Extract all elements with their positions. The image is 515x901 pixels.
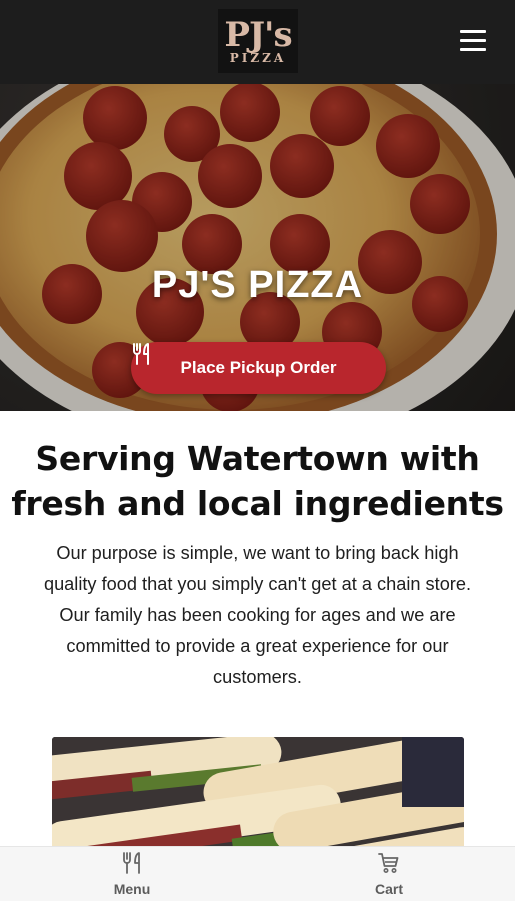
nav-menu-label: Menu (113, 881, 151, 897)
intro-paragraph: Our purpose is simple, we want to bring … (12, 538, 503, 693)
nav-menu-tab[interactable]: Menu (72, 847, 192, 901)
nav-cart-label: Cart (374, 881, 403, 897)
intro-headline: Serving Watertown with fresh and local i… (0, 436, 515, 526)
paragraph-line: Our family has been cooking for ages and… (59, 605, 456, 625)
fork-knife-icon (133, 343, 149, 365)
paragraph-line: Our purpose is simple, we want to bring … (56, 543, 459, 563)
paragraph-line: customers. (213, 667, 302, 687)
hamburger-menu-icon[interactable] (460, 30, 488, 52)
logo-wordmark: PJ's (224, 15, 292, 55)
headline-line-2: fresh and local ingredients (11, 484, 504, 523)
top-app-bar: PJ's PIZZA (0, 0, 515, 84)
paragraph-line: committed to provide a great experience … (66, 636, 449, 656)
nav-cart-tab[interactable]: Cart (329, 847, 449, 901)
hero-banner: PJ'S PIZZA Place Pickup Order (0, 84, 515, 411)
paragraph-line: quality food that you simply can't get a… (43, 574, 472, 594)
bottom-navigation-bar: Menu Cart (0, 846, 515, 901)
cart-icon (378, 853, 399, 873)
pjs-pizza-logo[interactable]: PJ's PIZZA (218, 9, 298, 73)
fork-knife-icon (123, 852, 140, 874)
place-pickup-order-button[interactable]: Place Pickup Order (131, 342, 386, 394)
hero-title: PJ'S PIZZA (151, 264, 364, 306)
logo-subtitle: PIZZA (229, 51, 287, 65)
place-pickup-order-label: Place Pickup Order (180, 358, 337, 377)
headline-line-1: Serving Watertown with (35, 439, 480, 478)
